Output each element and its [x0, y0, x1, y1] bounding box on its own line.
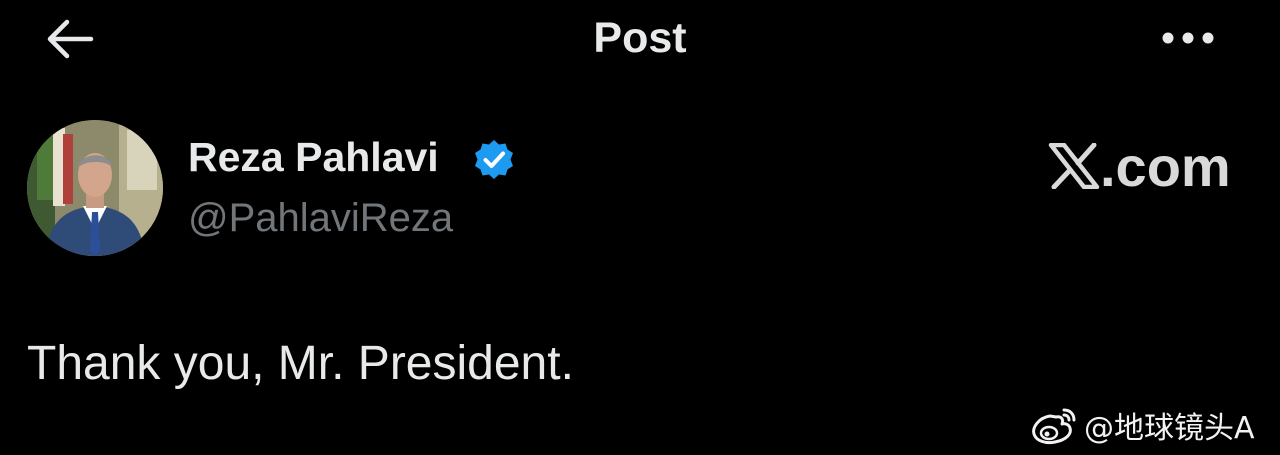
page-title: Post [593, 14, 687, 62]
top-bar: Post [0, 0, 1280, 80]
back-button[interactable] [40, 14, 98, 64]
author-handle[interactable]: @PahlaviReza [188, 196, 453, 241]
arrow-left-icon [47, 19, 94, 59]
weibo-logo-icon [1032, 408, 1076, 445]
watermark-text: @地球镜头A [1084, 411, 1255, 446]
watermark: @地球镜头A [1030, 402, 1255, 448]
more-horizontal-icon [1162, 32, 1214, 44]
author-display-name[interactable]: Reza Pahlavi [188, 134, 439, 181]
source-domain-text: .com [1100, 134, 1231, 198]
profile-photo [27, 120, 163, 256]
source-label: .com [1048, 134, 1231, 198]
more-options-button[interactable] [1152, 16, 1224, 60]
verified-badge-icon [472, 138, 516, 182]
x-logo-icon [1048, 143, 1100, 189]
avatar[interactable] [27, 120, 163, 256]
post-text: Thank you, Mr. President. [27, 337, 574, 390]
